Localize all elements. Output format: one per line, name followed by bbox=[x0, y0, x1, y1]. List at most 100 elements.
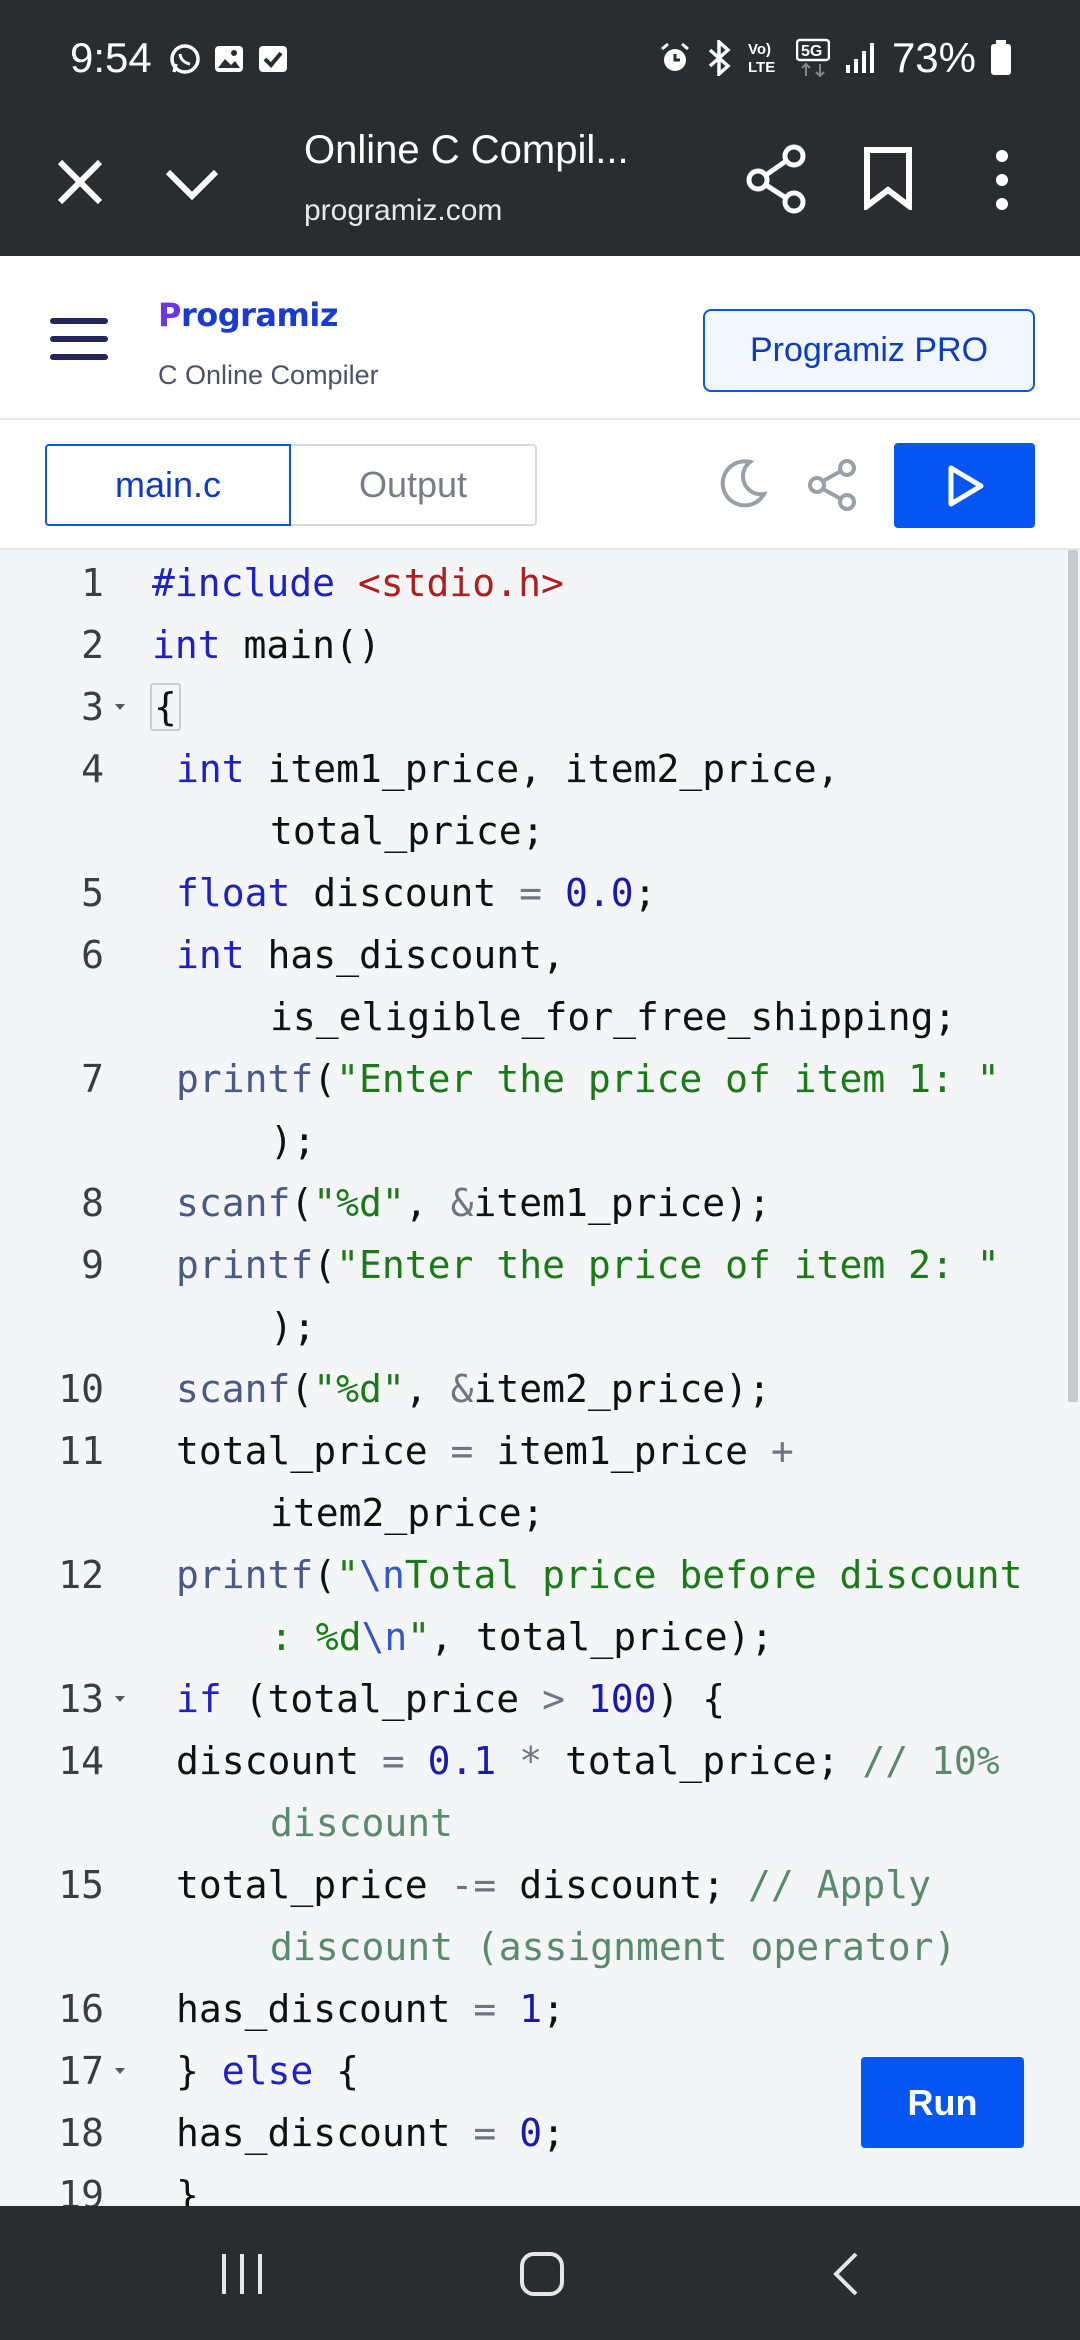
code-line-12-wrap[interactable]: : %d\n", total_price); bbox=[270, 1615, 773, 1659]
line-number: 8 bbox=[81, 1181, 104, 1225]
tab-main-c[interactable]: main.c bbox=[45, 444, 291, 526]
battery-icon bbox=[991, 40, 1011, 75]
code-token: "Enter the price of item 1: " bbox=[336, 1057, 1000, 1101]
code-token: + bbox=[770, 1429, 794, 1473]
code-line-18[interactable]: has_discount = 0; bbox=[176, 2111, 565, 2155]
scrollbar-thumb[interactable] bbox=[1068, 550, 1078, 1402]
code-line-16[interactable]: has_discount = 1; bbox=[176, 1987, 565, 2031]
code-line-14[interactable]: discount = 0.1 * total_price; // 10% bbox=[176, 1739, 1000, 1783]
line-number: 5 bbox=[81, 871, 104, 915]
code-token: -= bbox=[450, 1863, 497, 1907]
volte-icon: Vo)LTE bbox=[748, 41, 775, 76]
code-token: discount bbox=[270, 1801, 454, 1845]
signal-icon bbox=[845, 43, 874, 73]
code-token: discount; bbox=[496, 1863, 748, 1907]
code-line-4[interactable]: int item1_price, item2_price, bbox=[176, 747, 839, 791]
code-token: discount bbox=[176, 1739, 382, 1783]
line-number: 10 bbox=[58, 1367, 104, 1411]
code-editor[interactable]: 1 #include <stdio.h> 2 int main() 3 { 4 … bbox=[0, 550, 1080, 2206]
code-line-4-wrap[interactable]: total_price; bbox=[270, 809, 545, 853]
bookmark-icon[interactable] bbox=[862, 146, 914, 210]
code-token: ( bbox=[290, 1367, 314, 1411]
code-line-19[interactable]: } bbox=[176, 2173, 199, 2206]
code-token: 100 bbox=[564, 1677, 657, 1721]
code-token: & bbox=[450, 1367, 474, 1411]
programiz-logo[interactable]: Programiz bbox=[158, 296, 338, 334]
code-line-17[interactable]: } else { bbox=[176, 2049, 359, 2093]
code-token: printf bbox=[176, 1243, 314, 1287]
share-icon[interactable] bbox=[746, 144, 808, 214]
menu-icon[interactable] bbox=[50, 318, 108, 364]
code-token: ); bbox=[270, 1305, 316, 1349]
code-line-11[interactable]: total_price = item1_price + bbox=[176, 1429, 794, 1473]
code-token: { bbox=[150, 683, 181, 731]
line-number: 4 bbox=[81, 747, 104, 791]
code-line-7[interactable]: printf("Enter the price of item 1: " bbox=[176, 1057, 1000, 1101]
line-number: 6 bbox=[81, 933, 104, 977]
play-icon bbox=[948, 465, 983, 506]
code-line-13[interactable]: if (total_price > 100) { bbox=[176, 1677, 725, 1721]
tab-output[interactable]: Output bbox=[291, 444, 537, 526]
code-line-12[interactable]: printf("\nTotal price before discount bbox=[176, 1553, 1023, 1597]
code-token: 0 bbox=[496, 2111, 543, 2155]
code-line-6[interactable]: int has_discount, bbox=[176, 933, 565, 977]
status-time: 9:54 bbox=[70, 34, 152, 81]
code-token: item1_price); bbox=[473, 1181, 771, 1225]
code-token: item2_price; bbox=[270, 1491, 545, 1535]
code-line-1[interactable]: #include <stdio.h> bbox=[152, 561, 564, 605]
code-line-15-wrap[interactable]: discount (assignment operator) bbox=[270, 1925, 956, 1969]
close-icon[interactable] bbox=[50, 152, 110, 212]
fold-arrow-icon[interactable] bbox=[112, 1691, 128, 1707]
dark-mode-icon[interactable] bbox=[716, 456, 770, 510]
code-token: "Enter the price of item 2: " bbox=[336, 1243, 1000, 1287]
fold-arrow-icon[interactable] bbox=[112, 2063, 128, 2079]
code-line-5[interactable]: float discount = 0.0; bbox=[176, 871, 656, 915]
line-number: 12 bbox=[58, 1553, 104, 1597]
code-token: main() bbox=[220, 623, 381, 667]
code-token: total_price; bbox=[270, 809, 545, 853]
code-token: } bbox=[176, 2173, 199, 2206]
run-play-button[interactable] bbox=[894, 443, 1035, 528]
page-url: programiz.com bbox=[304, 194, 503, 227]
editor-scrollbar[interactable] bbox=[1066, 550, 1080, 2206]
code-token: = bbox=[473, 1987, 497, 2031]
code-line-15[interactable]: total_price -= discount; // Apply bbox=[176, 1863, 931, 1907]
code-token: if bbox=[176, 1677, 222, 1721]
code-line-6-wrap[interactable]: is_eligible_for_free_shipping; bbox=[270, 995, 956, 1039]
code-token: else bbox=[221, 2049, 314, 2093]
code-line-3[interactable]: { bbox=[150, 683, 181, 731]
status-right: Vo) LTE 5G 73% bbox=[658, 34, 1012, 82]
code-line-9-wrap[interactable]: ); bbox=[270, 1305, 316, 1349]
line-number: 15 bbox=[58, 1863, 104, 1907]
code-token: int bbox=[176, 747, 245, 791]
line-number: 18 bbox=[58, 2111, 104, 2155]
code-line-7-wrap[interactable]: ); bbox=[270, 1119, 316, 1163]
recents-icon[interactable] bbox=[218, 2250, 266, 2298]
code-token: , bbox=[404, 1367, 451, 1411]
line-number: 3 bbox=[81, 685, 104, 729]
code-line-8[interactable]: scanf("%d", &item1_price); bbox=[176, 1181, 771, 1225]
chevron-down-icon[interactable] bbox=[160, 154, 224, 214]
share-code-icon[interactable] bbox=[806, 458, 860, 512]
code-line-2[interactable]: int main() bbox=[152, 623, 381, 667]
back-icon[interactable] bbox=[830, 2250, 862, 2298]
more-vert-icon[interactable] bbox=[990, 148, 1014, 212]
code-line-14-wrap[interactable]: discount bbox=[270, 1801, 453, 1845]
code-token: ) { bbox=[656, 1677, 726, 1721]
home-icon[interactable] bbox=[518, 2250, 566, 2298]
browser-toolbar: Online C Compil... programiz.com bbox=[0, 124, 1080, 256]
code-token: = bbox=[519, 871, 543, 915]
code-line-9[interactable]: printf("Enter the price of item 2: " bbox=[176, 1243, 1000, 1287]
code-token: 1 bbox=[496, 1987, 543, 2031]
line-number: 13 bbox=[58, 1677, 104, 1721]
system-nav-bar bbox=[0, 2206, 1080, 2340]
code-line-10[interactable]: scanf("%d", &item2_price); bbox=[176, 1367, 771, 1411]
code-token: discount (assignment operator) bbox=[270, 1925, 957, 1969]
code-line-11-wrap[interactable]: item2_price; bbox=[270, 1491, 545, 1535]
fold-arrow-icon[interactable] bbox=[112, 699, 128, 715]
run-button[interactable]: Run bbox=[861, 2057, 1024, 2148]
code-token: float bbox=[176, 871, 291, 915]
programiz-pro-button[interactable]: Programiz PRO bbox=[703, 309, 1035, 392]
site-header: Programiz C Online Compiler Programiz PR… bbox=[0, 256, 1080, 420]
code-token: (total_price bbox=[221, 1677, 543, 1721]
